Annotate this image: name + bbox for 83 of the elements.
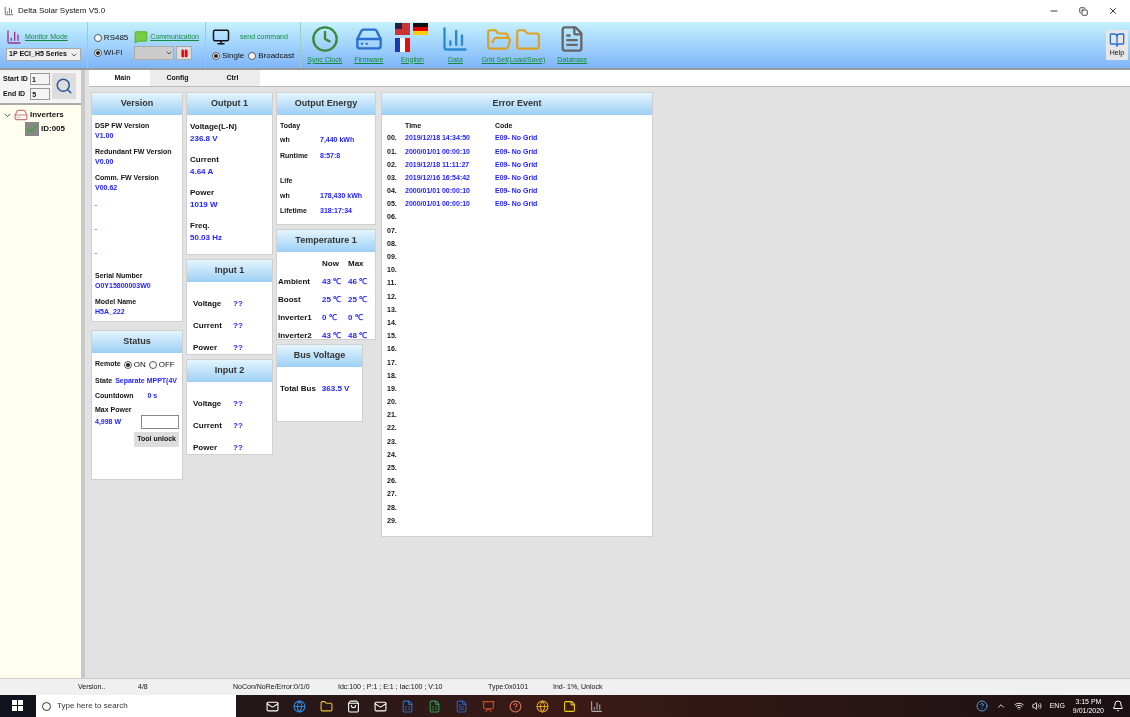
radio-button[interactable]: ON	[123, 358, 146, 371]
table-cell-text: 0 ℃	[322, 311, 338, 324]
folders-icon	[485, 26, 541, 53]
taskbar-app-icon[interactable]	[590, 699, 603, 713]
field-value: 363.5 V	[321, 382, 350, 395]
table-cell-text: 0 ℃	[348, 311, 364, 324]
taskbar-search-field[interactable]: Type here to search	[36, 695, 236, 717]
speaker-icon[interactable]	[1031, 701, 1042, 711]
field-value: ??	[233, 441, 243, 454]
table-cell-text: 48 ℃	[348, 329, 369, 342]
taskbar-app-icon[interactable]	[266, 699, 279, 713]
taskbar-app-icon[interactable]	[536, 699, 549, 713]
panel-header: Output Energy	[277, 93, 375, 115]
chevron-down-icon	[165, 49, 174, 57]
radio-button[interactable]: RS485	[93, 31, 129, 44]
search-icon	[55, 77, 74, 95]
field-label: Power	[193, 441, 218, 454]
field-label: Freq.	[190, 219, 211, 232]
field-value: 236.8 V	[190, 132, 219, 145]
search-button[interactable]	[52, 73, 77, 99]
field-label: Power	[193, 341, 218, 354]
help-icon[interactable]	[975, 700, 988, 712]
field-label: Voltage	[193, 397, 223, 410]
field-value: ??	[233, 319, 243, 332]
wifi-icon[interactable]	[1013, 701, 1024, 711]
flags-icon	[395, 22, 430, 53]
table-cell-text: 25 ℃	[322, 293, 343, 306]
row-label: Ambient	[278, 275, 311, 288]
field-value: ??	[233, 297, 243, 310]
notification-icon[interactable]	[1112, 700, 1124, 712]
panel-header: Status	[92, 331, 182, 353]
panel-header: Version	[92, 93, 182, 115]
row-label: Boost	[278, 293, 302, 306]
bar-chart-icon	[6, 29, 22, 46]
pause-icon	[179, 48, 189, 58]
taskbar-app-icon[interactable]	[374, 699, 387, 713]
field-label: Current	[193, 319, 223, 332]
table-cell-text: 25 ℃	[348, 293, 369, 306]
monitor-icon	[211, 28, 230, 46]
panel-header: Bus Voltage	[277, 345, 362, 367]
radio-button[interactable]: OFF	[148, 358, 175, 371]
field-label: Current	[190, 153, 220, 166]
clock-icon	[310, 24, 339, 53]
field-label: Power	[190, 186, 215, 199]
table-cell-text: 43 ℃	[322, 275, 343, 288]
column-header: Max	[348, 257, 365, 270]
table-cell-text: 43 ℃	[322, 329, 343, 342]
field-label: Voltage	[193, 297, 223, 310]
max-power-field[interactable]	[141, 415, 179, 429]
field-value: ??	[233, 397, 243, 410]
app-icon	[4, 6, 14, 16]
panel-header: Input 1	[187, 260, 272, 282]
field-value: ??	[233, 419, 243, 432]
row-label: Inverter1	[278, 311, 313, 324]
check-icon	[25, 122, 39, 136]
start-icon[interactable]	[12, 700, 24, 712]
panel-header: Input 2	[187, 360, 272, 382]
panel-header: Temperature 1	[277, 230, 375, 252]
field-value: 1019 W	[190, 198, 219, 211]
taskbar-app-icon[interactable]	[320, 699, 333, 713]
column-header: Now	[322, 257, 340, 270]
pause-button[interactable]	[176, 46, 193, 60]
radio-button[interactable]: Broadcast	[248, 50, 295, 62]
field-label: Current	[193, 419, 223, 432]
chart-icon	[441, 24, 470, 53]
book-icon	[1109, 31, 1125, 48]
panel-header: Output 1	[187, 93, 272, 115]
row-label: Inverter2	[278, 329, 313, 342]
restore-icon[interactable]	[1079, 6, 1088, 16]
tree-item[interactable]: ID:005	[41, 123, 65, 135]
close-icon[interactable]	[1108, 6, 1118, 16]
radio-button[interactable]: Single	[211, 50, 245, 62]
window-title: Delta Solar System V5.0	[18, 5, 106, 17]
table-cell-text: 46 ℃	[348, 275, 369, 288]
tree-item[interactable]: Inverters	[30, 109, 64, 121]
field-label: Total Bus	[280, 382, 316, 395]
field-value: 50.03 Hz	[190, 231, 224, 244]
field-value: ??	[233, 341, 243, 354]
field-label: Voltage(L-N)	[190, 120, 238, 133]
field-value: 4.64 A	[190, 165, 215, 178]
panel-header: Error Event	[382, 93, 652, 115]
chat-icon	[134, 30, 149, 44]
radio-button[interactable]: Wi-Fi	[93, 46, 129, 59]
